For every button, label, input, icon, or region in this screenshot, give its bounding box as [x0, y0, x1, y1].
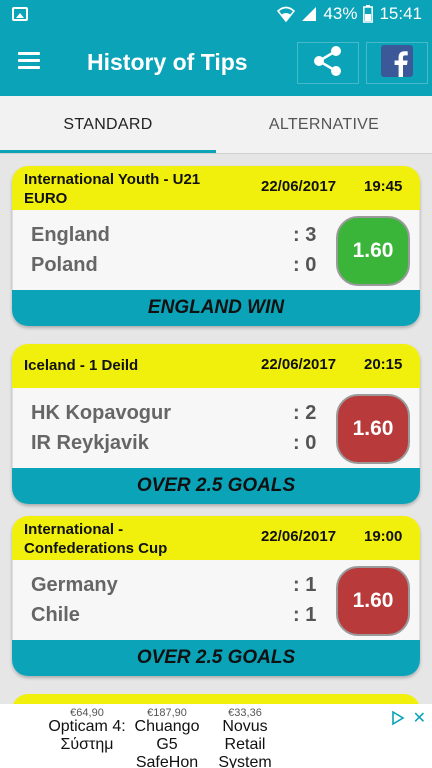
tip-card-body: England : 3 Poland : 0 1.60: [12, 210, 420, 290]
battery-percent: 43%: [323, 4, 358, 23]
home-score: : 2: [293, 402, 317, 424]
ad-item[interactable]: €187,90 Chuango G5 SafeHon: [128, 708, 206, 768]
ad-item[interactable]: €64,90 Opticam 4: Σύστημ: [48, 708, 126, 768]
ad-banner[interactable]: €64,90 Opticam 4: Σύστημ €187,90 Chuango…: [0, 704, 432, 768]
match-time: 19:45: [364, 178, 403, 195]
facebook-icon: [381, 44, 413, 82]
ad-item[interactable]: €33,36 Novus Retail System: [206, 708, 284, 768]
league-name: Iceland - 1 Deild: [24, 357, 139, 374]
ad-item-price: €64,90: [70, 708, 104, 719]
status-bar: 43% 15:41: [0, 0, 432, 30]
home-team: HK Kopavogur: [31, 402, 171, 424]
tip-card[interactable]: Iceland - 1 Deild 22/06/2017 20:15 HK Ko…: [12, 344, 420, 504]
match-time: 20:15: [364, 356, 403, 373]
tip-card-header: International - Confederations Cup 22/06…: [12, 516, 420, 560]
league-name: International - Confederations Cup: [24, 521, 168, 557]
battery-icon: [363, 5, 374, 23]
home-team: Germany: [31, 574, 118, 596]
gallery-notification-icon: [12, 7, 28, 21]
ad-item-price: €187,90: [147, 708, 187, 719]
league-name: International Youth - U21 EURO: [24, 171, 201, 207]
tip-card-header: Iceland - 1 Deild 22/06/2017 20:15: [12, 344, 420, 388]
ad-choices-icon[interactable]: [390, 710, 408, 726]
odds-badge: 1.60: [336, 566, 410, 636]
away-score: : 0: [293, 432, 317, 454]
share-button[interactable]: [297, 42, 359, 84]
facebook-button[interactable]: [366, 42, 428, 84]
tip-card-header: International Youth - U21 EURO 22/06/201…: [12, 166, 420, 210]
active-tab-indicator: [0, 150, 216, 153]
match-time: 19:00: [364, 528, 403, 545]
home-score: : 3: [293, 224, 317, 246]
tab-alternative[interactable]: ALTERNATIVE: [216, 96, 432, 153]
ad-item-name: Chuango G5 SafeHon: [134, 718, 200, 768]
tip-label: ENGLAND WIN: [12, 290, 420, 326]
match-date: 22/06/2017: [261, 356, 337, 373]
away-score: : 0: [293, 254, 317, 276]
ad-item-name: Novus Retail System: [218, 718, 272, 768]
tip-card-body: HK Kopavogur : 2 IR Reykjavik : 0 1.60: [12, 388, 420, 468]
wifi-icon: [277, 6, 296, 22]
home-team: England: [31, 224, 110, 246]
ad-item-price: €33,36: [228, 708, 262, 719]
tip-card[interactable]: International Youth - U21 EURO 22/06/201…: [12, 166, 420, 326]
home-score: : 1: [293, 574, 317, 596]
tip-card-body: Germany : 1 Chile : 1 1.60: [12, 560, 420, 640]
menu-icon[interactable]: [18, 52, 40, 70]
close-ad-icon[interactable]: ✕: [413, 708, 426, 728]
page-title: History of Tips: [87, 49, 248, 75]
app-bar: History of Tips: [0, 30, 432, 96]
away-team: Poland: [31, 254, 98, 276]
share-icon: [312, 45, 344, 82]
away-score: : 1: [293, 604, 317, 626]
odds-badge: 1.60: [336, 216, 410, 286]
tab-standard[interactable]: STANDARD: [0, 96, 216, 153]
away-team: IR Reykjavik: [31, 432, 149, 454]
odds-badge: 1.60: [336, 394, 410, 464]
away-team: Chile: [31, 604, 80, 626]
tip-label: OVER 2.5 GOALS: [12, 640, 420, 676]
match-date: 22/06/2017: [261, 528, 337, 545]
tab-bar: STANDARD ALTERNATIVE: [0, 96, 432, 154]
signal-icon: [301, 6, 317, 22]
match-date: 22/06/2017: [261, 178, 337, 195]
clock: 15:41: [379, 4, 422, 23]
ad-item-name: Opticam 4: Σύστημ: [48, 718, 126, 753]
tip-label: OVER 2.5 GOALS: [12, 468, 420, 504]
tip-card[interactable]: International - Confederations Cup 22/06…: [12, 516, 420, 676]
